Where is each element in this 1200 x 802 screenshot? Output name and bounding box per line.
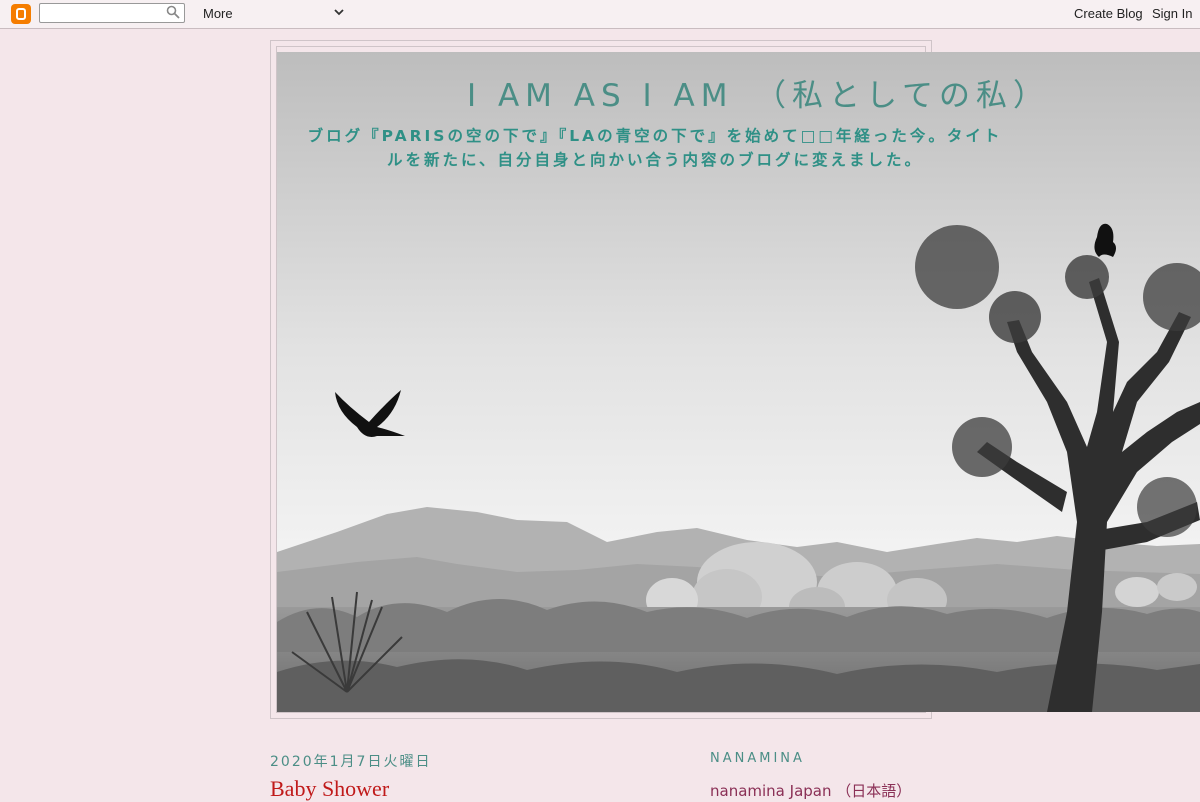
post-title-link[interactable]: Baby Shower — [270, 776, 389, 802]
blog-description: ブログ『PARISの空の下で』『LAの青空の下で』を始めて□□年経った今。タイト… — [307, 127, 1003, 169]
blogger-logo-icon[interactable] — [11, 4, 31, 24]
sign-in-link[interactable]: Sign In — [1152, 6, 1192, 21]
more-dropdown[interactable]: More — [203, 6, 348, 24]
sidebar-heading: NANAMINA — [710, 751, 805, 766]
blogger-navbar: More Create Blog Sign In — [0, 0, 1200, 29]
post-date: 2020年1月7日火曜日 — [270, 754, 432, 770]
create-blog-link[interactable]: Create Blog — [1074, 6, 1143, 21]
sidebar-link-japan[interactable]: nanamina Japan （日本語） — [710, 780, 911, 801]
search-icon[interactable] — [166, 5, 180, 19]
search-input[interactable] — [39, 3, 185, 23]
blog-title[interactable]: I AM AS I AM （私としての私） — [277, 70, 1200, 115]
more-dropdown-label: More — [203, 6, 233, 21]
chevron-down-icon — [334, 9, 344, 16]
